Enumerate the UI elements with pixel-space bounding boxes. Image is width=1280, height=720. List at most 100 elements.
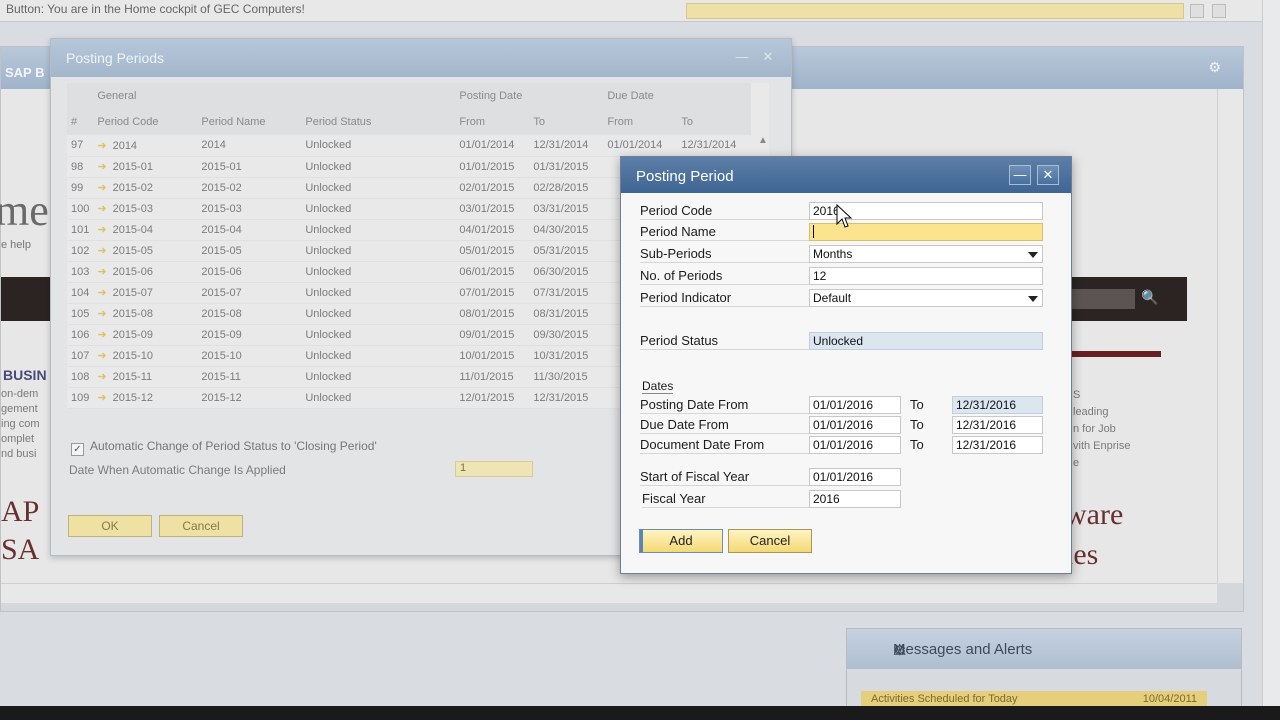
wrench-icon[interactable]: ⚙ [893, 641, 1219, 659]
window-close-icon[interactable] [1212, 4, 1226, 18]
minimize-icon[interactable]: — [733, 49, 751, 65]
cell-pto: 07/31/2015 [529, 282, 604, 304]
cell-name: 2015-02 [197, 177, 302, 199]
col-period-name[interactable]: Period Name [197, 109, 302, 135]
fiscal-year-field[interactable]: 2016 [809, 490, 901, 508]
posting-periods-titlebar[interactable]: Posting Periods — ✕ [51, 39, 791, 77]
close-icon[interactable]: ✕ [1037, 165, 1059, 185]
add-button[interactable]: Add [639, 529, 723, 553]
no-of-periods-field[interactable]: 12 [809, 267, 1043, 285]
cell-status: Unlocked [301, 345, 456, 367]
cell-num: 97 [67, 135, 94, 157]
cell-pto: 05/31/2015 [529, 240, 604, 262]
cell-name: 2015-08 [197, 303, 302, 325]
col-due-to[interactable]: To [677, 109, 752, 135]
bg-red-divider [1065, 351, 1161, 357]
cell-num: 98 [67, 156, 94, 178]
alert-bar [686, 3, 1184, 19]
cell-status: Unlocked [301, 387, 456, 409]
cell-name: 2015-07 [197, 282, 302, 304]
scroll-up-icon[interactable]: ▲ [755, 135, 771, 151]
cell-status: Unlocked [301, 366, 456, 388]
link-arrow-icon[interactable]: ➜ [97, 308, 106, 320]
due-date-to-field[interactable]: 12/31/2016 [952, 416, 1043, 434]
cell-dfrom: 01/01/2014 [603, 135, 678, 157]
ok-button[interactable]: OK [68, 515, 152, 537]
top-status-bar: Button: You are in the Home cockpit of G… [0, 0, 1280, 22]
link-arrow-icon[interactable]: ➜ [97, 140, 106, 152]
cell-status: Unlocked [301, 240, 456, 262]
link-arrow-icon[interactable]: ➜ [97, 245, 106, 257]
bg-subtext: e help [1, 239, 31, 251]
auto-change-label: Automatic Change of Period Status to 'Cl… [90, 439, 377, 453]
posting-period-title: Posting Period [636, 168, 734, 185]
cell-pto: 08/31/2015 [529, 303, 604, 325]
document-date-to-field[interactable]: 12/31/2016 [952, 436, 1043, 454]
link-arrow-icon[interactable]: ➜ [97, 329, 106, 341]
bottom-strip [0, 706, 1280, 720]
auto-change-checkbox[interactable]: ✓ [71, 443, 84, 456]
cell-code: 2015-09 [112, 329, 153, 341]
cell-name: 2015-11 [197, 366, 302, 388]
cockpit-horizontal-scrollbar[interactable] [1, 583, 1217, 603]
due-date-from-field[interactable]: 01/01/2016 [809, 416, 901, 434]
auto-change-checkbox-row[interactable]: ✓ Automatic Change of Period Status to 'C… [71, 439, 377, 456]
link-arrow-icon[interactable]: ➜ [97, 161, 106, 173]
date-applied-field[interactable]: 1 [455, 461, 533, 477]
link-arrow-icon[interactable]: ➜ [97, 392, 106, 404]
start-fiscal-year-field[interactable]: 01/01/2016 [809, 468, 901, 486]
table-row[interactable]: 97 ➜ 2014 2014 Unlocked 01/01/2014 12/31/2014 0… [67, 135, 752, 157]
col-num[interactable]: # [67, 109, 94, 135]
cell-code: 2015-08 [112, 308, 153, 320]
dialog-cancel-button[interactable]: Cancel [728, 529, 812, 553]
period-indicator-select[interactable]: Default [809, 289, 1043, 307]
link-arrow-icon[interactable]: ➜ [97, 182, 106, 194]
cell-code: 2015-07 [112, 287, 153, 299]
sub-periods-label: Sub-Periods [640, 246, 810, 263]
right-edge-panel [1262, 0, 1280, 720]
cell-num: 100 [67, 198, 94, 220]
bg-sap-text: AP SA [1, 495, 40, 566]
cell-status: Unlocked [301, 324, 456, 346]
minimize-icon[interactable]: — [1009, 165, 1031, 185]
cell-num: 102 [67, 240, 94, 262]
col-posting-to[interactable]: To [529, 109, 604, 135]
cancel-button[interactable]: Cancel [159, 515, 243, 537]
link-arrow-icon[interactable]: ➜ [97, 371, 106, 383]
cell-name: 2015-10 [197, 345, 302, 367]
document-date-from-field[interactable]: 01/01/2016 [809, 436, 901, 454]
cell-name: 2015-09 [197, 324, 302, 346]
link-arrow-icon[interactable]: ➜ [97, 350, 106, 362]
link-arrow-icon[interactable]: ➜ [97, 203, 106, 215]
posting-date-from-field[interactable]: 01/01/2016 [809, 396, 901, 414]
cell-code: 2015-05 [112, 245, 153, 257]
period-name-label: Period Name [640, 224, 810, 241]
close-icon[interactable]: ✕ [759, 49, 777, 65]
cockpit-vertical-scrollbar[interactable] [1217, 89, 1243, 583]
period-status-field: Unlocked [809, 332, 1043, 350]
cell-pfrom: 02/01/2015 [455, 177, 530, 199]
link-arrow-icon[interactable]: ➜ [97, 224, 106, 236]
sub-periods-select[interactable]: Months [809, 245, 1043, 263]
cell-code: 2015-03 [112, 203, 153, 215]
window-minimize-icon[interactable] [1190, 4, 1204, 18]
posting-period-titlebar[interactable]: Posting Period — ✕ [621, 157, 1071, 193]
cell-status: Unlocked [301, 303, 456, 325]
cell-pto: 04/30/2015 [529, 219, 604, 241]
col-period-code[interactable]: Period Code [93, 109, 198, 135]
due-date-from-label: Due Date From [640, 417, 810, 434]
col-posting-from[interactable]: From [455, 109, 530, 135]
cell-status: Unlocked [301, 282, 456, 304]
link-arrow-icon[interactable]: ➜ [97, 287, 106, 299]
cell-pfrom: 01/01/2015 [455, 156, 530, 178]
wrench-icon[interactable]: ⚙ [1208, 59, 1221, 76]
cell-pto: 12/31/2015 [529, 387, 604, 409]
link-arrow-icon[interactable]: ➜ [97, 266, 106, 278]
col-period-status[interactable]: Period Status [301, 109, 456, 135]
search-icon[interactable]: 🔍 [1139, 289, 1161, 309]
cell-code: 2015-04 [112, 224, 153, 236]
col-due-from[interactable]: From [603, 109, 678, 135]
cell-name: 2015-06 [197, 261, 302, 283]
no-of-periods-label: No. of Periods [640, 268, 810, 285]
posting-periods-title: Posting Periods [66, 50, 165, 66]
